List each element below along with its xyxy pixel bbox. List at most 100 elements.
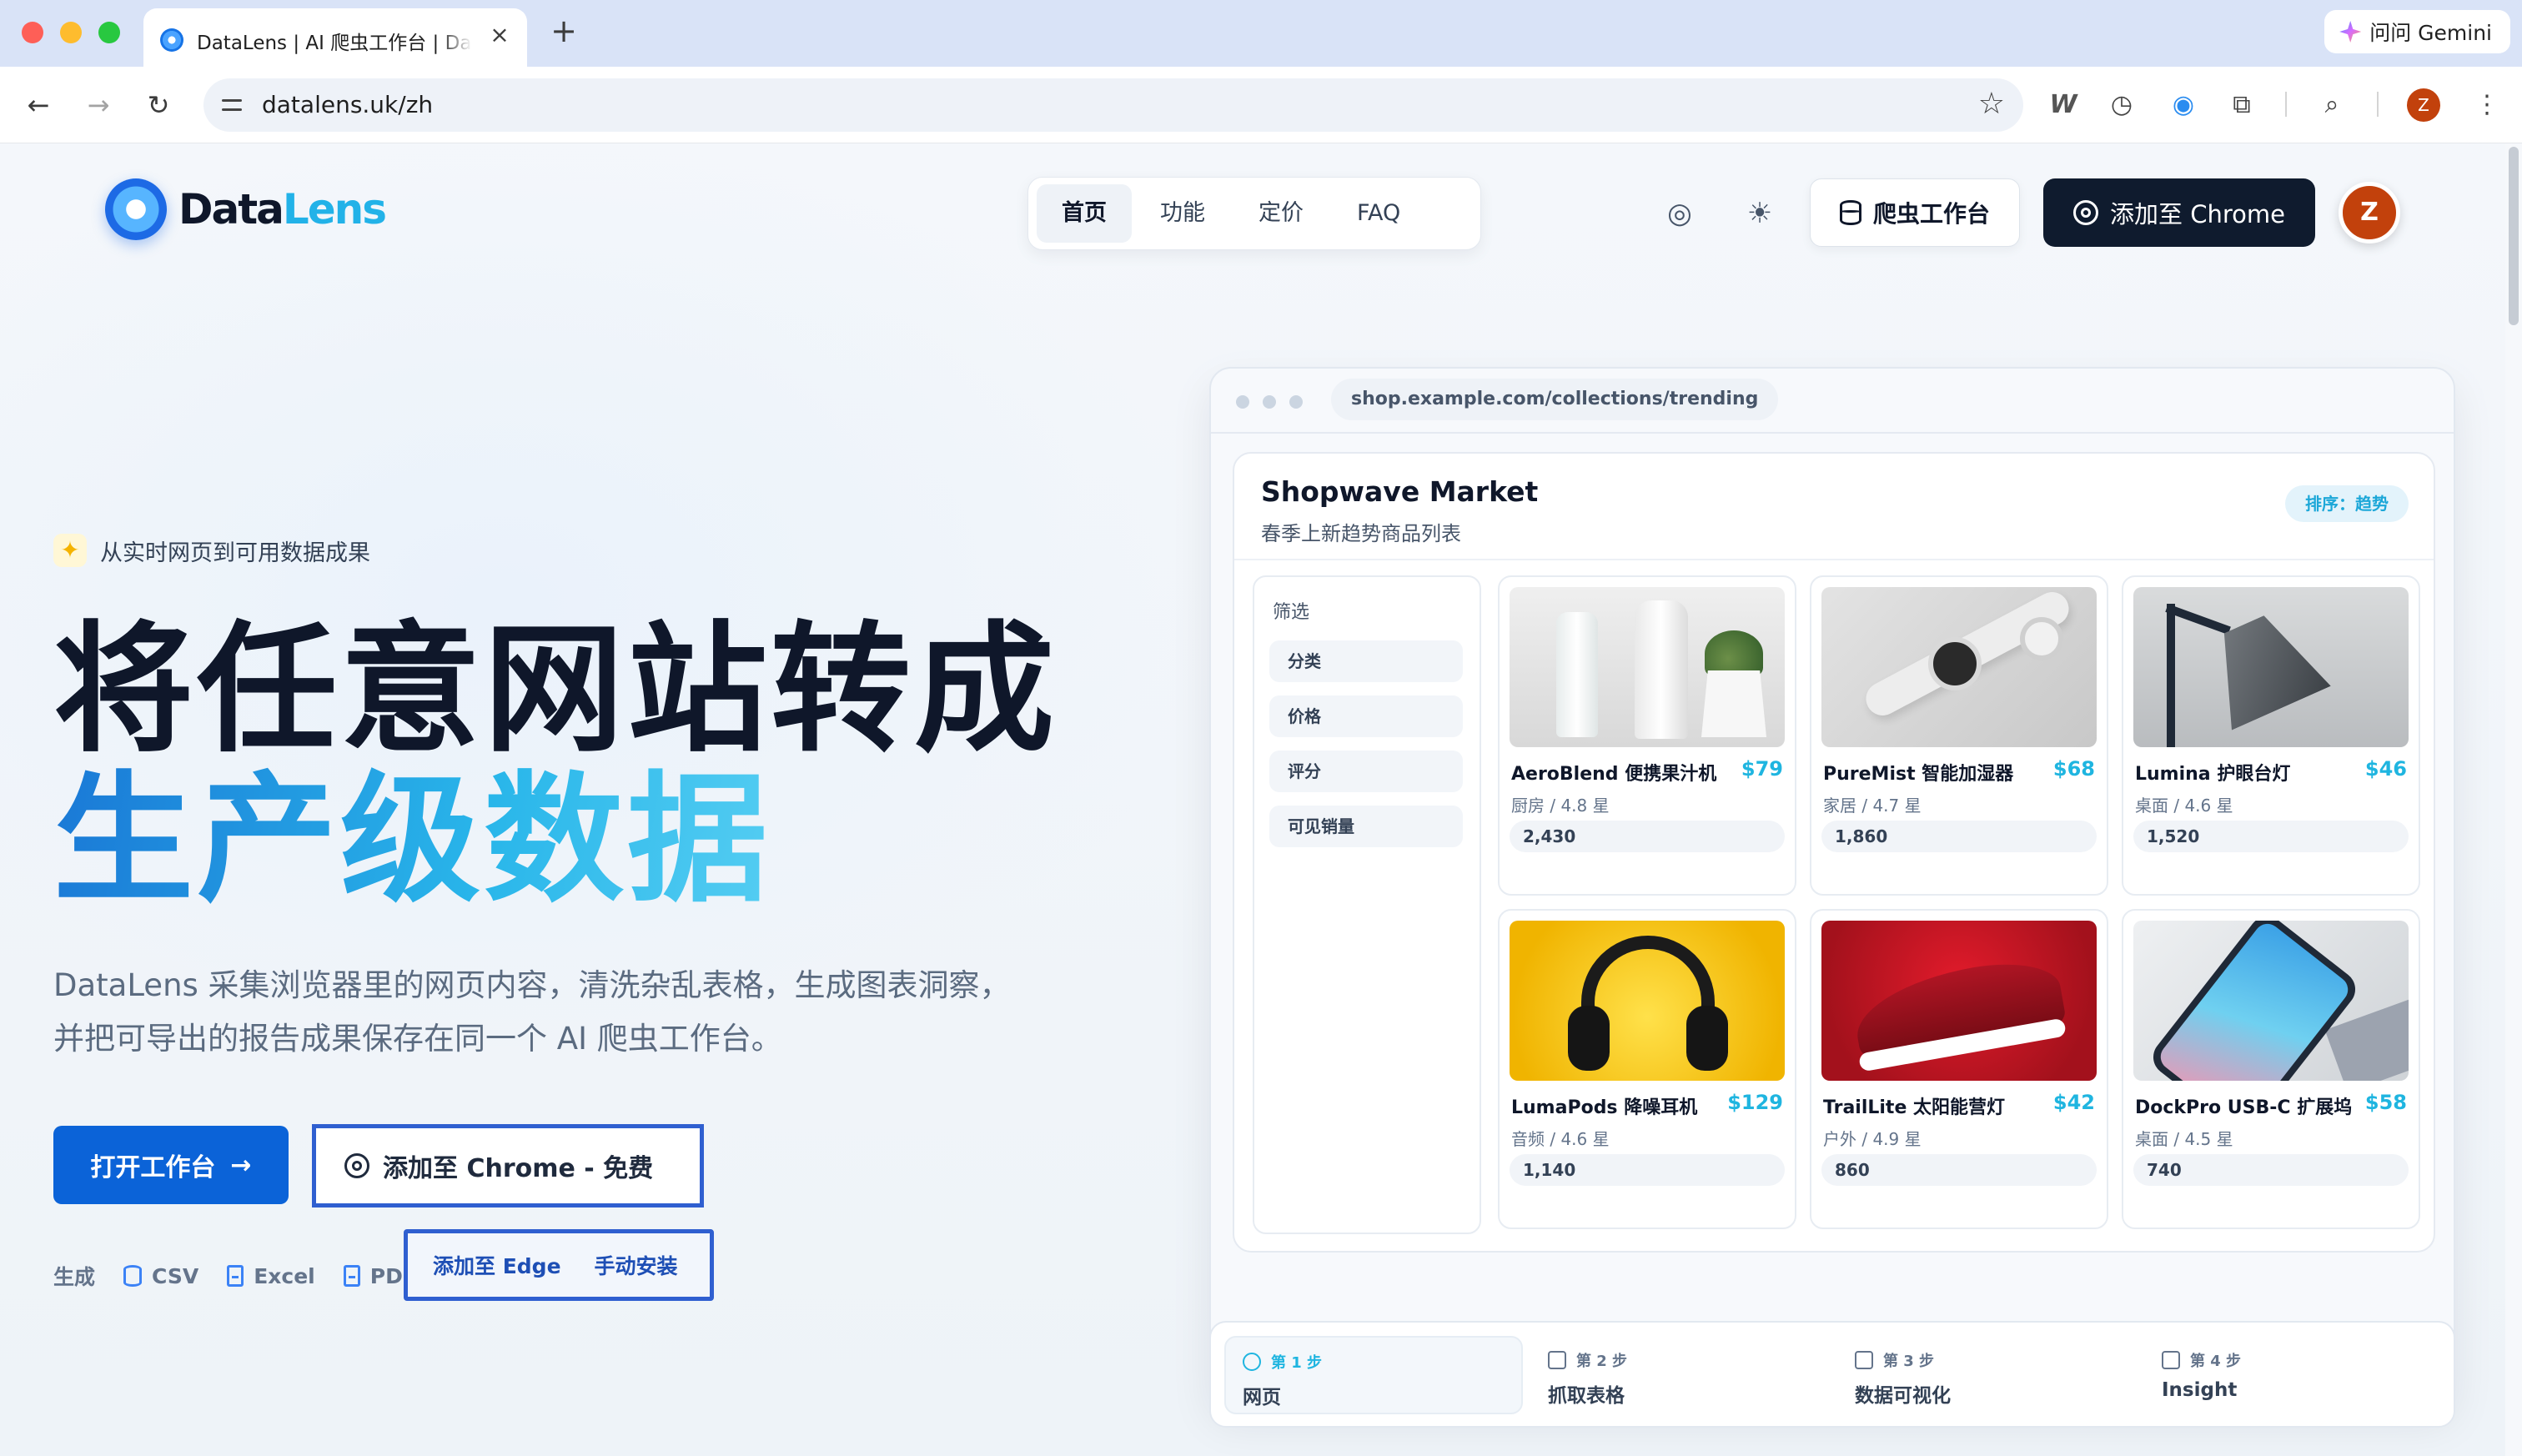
datalens-logo[interactable]: DataLens — [105, 178, 387, 240]
bar-chart-step-icon — [1855, 1351, 1873, 1369]
extensions-puzzle-icon[interactable]: ⧉ — [2223, 87, 2260, 123]
product-card[interactable]: TrailLite 太阳能营灯 $42 户外 / 4.9 星 860 — [1810, 909, 2108, 1229]
address-bar[interactable]: datalens.uk/zh ☆ — [203, 78, 2023, 132]
product-meta: 户外 / 4.9 星 — [1823, 1129, 1922, 1149]
filter-rating[interactable]: 评分 — [1269, 751, 1463, 792]
product-card[interactable]: DockPro USB-C 扩展坞 $58 桌面 / 4.5 星 740 — [2122, 909, 2420, 1229]
window-maximize-button[interactable] — [98, 22, 120, 43]
extension-w-icon[interactable]: W — [2045, 87, 2082, 123]
add-to-edge-button[interactable]: 添加至 Edge 手动安装 — [404, 1229, 714, 1301]
sort-badge[interactable]: 排序：趋势 — [2285, 485, 2409, 522]
preview-divider — [1211, 432, 2454, 434]
table-step-icon — [1548, 1351, 1566, 1369]
nav-pricing[interactable]: 定价 — [1233, 184, 1329, 243]
extension-datalens-icon[interactable]: ◉ — [2165, 87, 2202, 123]
extension-clock-icon[interactable]: ◷ — [2103, 87, 2140, 123]
filter-category[interactable]: 分类 — [1269, 640, 1463, 682]
ask-gemini-label: 问问 Gemini — [2369, 21, 2492, 45]
product-meta: 家居 / 4.7 星 — [1823, 796, 1922, 816]
product-sales: 740 — [2133, 1154, 2409, 1186]
add-to-chrome-free-button[interactable]: 添加至 Chrome - 免费 — [312, 1124, 704, 1207]
back-arrow-icon[interactable]: ← — [22, 88, 55, 122]
hero-badge-text: 从实时网页到可用数据成果 — [100, 540, 370, 566]
window-minimize-button[interactable] — [60, 22, 82, 43]
generate-label: 生成 — [53, 1265, 96, 1289]
user-avatar[interactable]: Z — [2339, 182, 2400, 244]
product-card[interactable]: AeroBlend 便携果汁机 $79 厨房 / 4.8 星 2,430 — [1498, 575, 1796, 896]
logo-lens-icon — [105, 178, 167, 240]
filter-price[interactable]: 价格 — [1269, 695, 1463, 737]
chrome-icon — [344, 1153, 369, 1178]
product-price: $58 — [2364, 1091, 2407, 1114]
open-workbench-label: 打开工作台 — [90, 1153, 216, 1182]
phone-image — [2133, 921, 2409, 1081]
tab-title: DataLens | AI 爬虫工作台 | DataLens — [197, 33, 472, 54]
shop-panel: Shopwave Market 春季上新趋势商品列表 排序：趋势 筛选 分类 价… — [1233, 452, 2435, 1253]
nav-faq[interactable]: FAQ — [1332, 184, 1425, 243]
browser-menu-icon[interactable]: ⋮ — [2469, 87, 2505, 123]
format-excel: Excel — [227, 1264, 315, 1288]
theme-sun-icon[interactable]: ☀ — [1740, 193, 1780, 233]
scrollbar-thumb[interactable] — [2509, 147, 2519, 325]
step-3-visualize[interactable]: 第 3 步 数据可视化 — [1838, 1336, 2137, 1414]
tab-search-icon[interactable]: ⌕ — [2314, 87, 2350, 123]
add-to-chrome-header-button[interactable]: 添加至 Chrome — [2043, 178, 2315, 247]
ask-gemini-button[interactable]: 问问 Gemini — [2324, 10, 2510, 53]
product-card[interactable]: LumaPods 降噪耳机 $129 音频 / 4.6 星 1,140 — [1498, 909, 1796, 1229]
product-name: Lumina 护眼台灯 — [2135, 764, 2291, 785]
product-price: $46 — [2364, 757, 2407, 781]
shop-divider — [1234, 559, 2434, 560]
product-price: $129 — [1727, 1091, 1783, 1114]
nav-features[interactable]: 功能 — [1135, 184, 1230, 243]
export-formats-row: 生成 CSV Excel PDF — [53, 1261, 417, 1291]
page-viewport: DataLens 首页 功能 定价 FAQ ◎ ☀ 爬虫工作台 添加至 Chro… — [0, 143, 2522, 1456]
headphones-image — [1510, 921, 1785, 1081]
product-sales: 860 — [1821, 1154, 2097, 1186]
window-dot — [1236, 395, 1249, 409]
preview-browser-window: shop.example.com/collections/trending Sh… — [1209, 367, 2455, 1408]
csv-database-icon — [123, 1265, 143, 1287]
manual-install-link[interactable]: 手动安装 — [595, 1250, 678, 1280]
new-tab-icon[interactable]: + — [547, 15, 580, 48]
reload-icon[interactable]: ↻ — [142, 88, 175, 122]
add-to-chrome-label: 添加至 Chrome — [2110, 200, 2285, 228]
step-4-insight[interactable]: 第 4 步 Insight — [2145, 1336, 2444, 1414]
product-card[interactable]: PureMist 智能加湿器 $68 家居 / 4.7 星 1,860 — [1810, 575, 2108, 896]
browser-tab[interactable]: DataLens | AI 爬虫工作台 | DataLens × — [143, 8, 527, 67]
product-card[interactable]: Lumina 护眼台灯 $46 桌面 / 4.6 星 1,520 — [2122, 575, 2420, 896]
step-2-scrape-table[interactable]: 第 2 步 抓取表格 — [1531, 1336, 1830, 1414]
scraper-workbench-button[interactable]: 爬虫工作台 — [1810, 178, 2020, 247]
shop-subtitle: 春季上新趋势商品列表 — [1261, 522, 1461, 545]
tab-close-icon[interactable]: × — [487, 23, 512, 48]
product-price: $68 — [2052, 757, 2095, 781]
window-close-button[interactable] — [22, 22, 43, 43]
product-name: AeroBlend 便携果汁机 — [1511, 764, 1717, 785]
page-scrollbar[interactable] — [2505, 143, 2522, 1456]
database-icon — [1839, 200, 1861, 225]
watch-image — [1821, 587, 2097, 747]
site-info-icon[interactable] — [220, 93, 245, 118]
preview-url: shop.example.com/collections/trending — [1331, 379, 1779, 420]
add-to-chrome-free-label: 添加至 Chrome - 免费 — [383, 1154, 654, 1183]
product-sales: 1,520 — [2133, 821, 2409, 852]
product-name: DockPro USB-C 扩展坞 — [2135, 1097, 2353, 1118]
product-price: $79 — [1741, 757, 1783, 781]
forward-arrow-icon[interactable]: → — [82, 88, 115, 122]
shop-title: Shopwave Market — [1261, 475, 1539, 508]
filter-visible-sales[interactable]: 可见销量 — [1269, 806, 1463, 847]
step-1-webpage[interactable]: 第 1 步 网页 — [1224, 1336, 1523, 1414]
product-sales: 1,140 — [1510, 1154, 1785, 1186]
sparkle-icon: ✦ — [53, 534, 87, 567]
logo-wordmark: DataLens — [178, 185, 387, 233]
product-meta: 桌面 / 4.5 星 — [2135, 1129, 2233, 1149]
product-name: LumaPods 降噪耳机 — [1511, 1097, 1698, 1118]
language-globe-icon[interactable]: ◎ — [1660, 193, 1700, 233]
open-workbench-button[interactable]: 打开工作台 → — [53, 1126, 289, 1204]
report-step-icon — [2162, 1351, 2180, 1369]
browser-profile-avatar[interactable]: Z — [2407, 88, 2440, 122]
product-name: TrailLite 太阳能营灯 — [1823, 1097, 2006, 1118]
chrome-icon — [2073, 200, 2099, 225]
nav-home[interactable]: 首页 — [1037, 184, 1132, 243]
window-dot — [1289, 395, 1303, 409]
bookmark-star-icon[interactable]: ☆ — [1978, 87, 2005, 121]
